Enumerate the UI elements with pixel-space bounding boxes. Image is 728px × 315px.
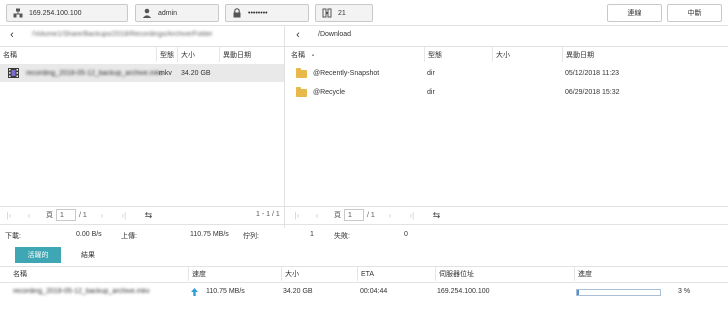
transfer-col-speed[interactable]: 速度 <box>188 267 281 281</box>
right-path-bar: ‹ /Download <box>290 24 351 45</box>
right-col-name-label: 名稱 <box>291 51 305 59</box>
username-value: admin <box>158 9 178 17</box>
download-label: 下載: <box>5 233 21 240</box>
failed-label: 失敗: <box>334 233 350 240</box>
upload-label: 上傳: <box>121 233 137 240</box>
tab-result[interactable]: 結果 <box>70 247 106 263</box>
transfer-eta: 00:04:44 <box>360 288 388 295</box>
transfer-col-size[interactable]: 大小 <box>281 267 357 281</box>
right-col-size[interactable]: 大小 <box>492 47 562 62</box>
transfer-name: recording_2018-05-12_backup_archive.mkv <box>13 288 150 295</box>
page-label: 頁 <box>334 212 341 219</box>
left-col-name[interactable]: 名稱 <box>0 47 156 62</box>
first-page-icon[interactable]: |‹ <box>290 211 304 220</box>
right-row-name: @Recycle <box>313 88 346 96</box>
left-pager: |‹ ‹ 頁 1 / 1 › ›| ⇆ <box>2 207 152 223</box>
transfer-col-progress[interactable]: 進度 <box>574 267 728 281</box>
port-icon <box>321 7 333 19</box>
queue-value: 1 <box>310 231 314 238</box>
prev-page-icon[interactable]: ‹ <box>22 211 36 220</box>
host-field[interactable]: 169.254.100.100 <box>6 4 128 22</box>
failed-value: 0 <box>404 231 408 238</box>
left-col-size[interactable]: 大小 <box>177 47 219 62</box>
network-icon <box>12 7 24 19</box>
page-total: / 1 <box>367 211 375 219</box>
refresh-icon[interactable]: ⇆ <box>145 210 153 221</box>
user-icon <box>141 7 153 19</box>
password-value: •••••••• <box>248 9 268 17</box>
folder-icon <box>296 68 307 78</box>
left-back-button[interactable]: ‹ <box>4 27 20 43</box>
password-field[interactable]: •••••••• <box>225 4 309 22</box>
transfer-col-eta[interactable]: ETA <box>357 267 435 281</box>
left-col-type[interactable]: 型態 <box>156 47 177 62</box>
port-field[interactable]: 21 <box>315 4 373 22</box>
transfer-server: 169.254.100.100 <box>437 288 490 295</box>
connect-button[interactable]: 連線 <box>607 4 662 22</box>
refresh-icon[interactable]: ⇆ <box>433 210 441 221</box>
right-col-date[interactable]: 異動日期 <box>562 47 728 62</box>
right-pager: |‹ ‹ 頁 1 / 1 › ›| ⇆ <box>290 207 440 223</box>
tab-active[interactable]: 活躍的 <box>15 247 61 263</box>
left-path-bar: ‹ /Volume1/Share/Backups/2018/Recordings… <box>4 24 213 45</box>
left-file-row[interactable]: recording_2018-05-12_backup_archive.mkv … <box>0 64 284 82</box>
right-col-type[interactable]: 型態 <box>424 47 492 62</box>
transfer-size: 34.20 GB <box>283 288 313 295</box>
left-file-type: mkv <box>159 69 172 77</box>
right-row-type: dir <box>427 69 435 77</box>
right-col-name[interactable]: 名稱 ▲ <box>288 47 424 62</box>
upload-arrow-icon <box>191 288 198 298</box>
username-field[interactable]: admin <box>135 4 219 22</box>
right-row-snapshot[interactable]: @Recently-Snapshot dir 05/12/2018 11:23 <box>285 64 728 82</box>
prev-page-icon[interactable]: ‹ <box>310 211 324 220</box>
right-row-date: 06/29/2018 15:32 <box>565 88 620 96</box>
page-total: / 1 <box>79 211 87 219</box>
right-path: /Download <box>318 31 352 38</box>
left-file-size: 34.20 GB <box>181 69 211 77</box>
right-row-recycle[interactable]: @Recycle dir 06/29/2018 15:32 <box>285 83 728 101</box>
last-page-icon[interactable]: ›| <box>405 211 419 220</box>
queue-label: 佇列: <box>243 233 259 240</box>
left-range: 1 - 1 / 1 <box>256 211 280 218</box>
right-row-type: dir <box>427 88 435 96</box>
download-value: 0.00 B/s <box>76 231 102 238</box>
abort-button[interactable]: 中斷 <box>667 4 722 22</box>
upload-value: 110.75 MB/s <box>190 231 229 238</box>
video-file-icon <box>8 68 19 78</box>
last-page-icon[interactable]: ›| <box>117 211 131 220</box>
host-value: 169.254.100.100 <box>29 9 82 17</box>
transfer-col-name[interactable]: 名稱 <box>10 267 188 281</box>
first-page-icon[interactable]: |‹ <box>2 211 16 220</box>
left-file-name: recording_2018-05-12_backup_archive.mkv <box>26 69 163 77</box>
right-row-date: 05/12/2018 11:23 <box>565 69 619 77</box>
left-page-input[interactable]: 1 <box>56 209 76 221</box>
next-page-icon[interactable]: › <box>95 211 109 220</box>
folder-icon <box>296 87 307 97</box>
transfer-progress-text: 3 % <box>678 288 691 295</box>
left-path: /Volume1/Share/Backups/2018/Recordings/A… <box>32 31 213 38</box>
right-page-input[interactable]: 1 <box>344 209 364 221</box>
transfer-progress-bar <box>576 289 661 296</box>
right-row-name: @Recently-Snapshot <box>313 69 380 77</box>
transfer-speed: 110.75 MB/s <box>206 288 245 295</box>
next-page-icon[interactable]: › <box>383 211 397 220</box>
transfer-col-server[interactable]: 伺服器位址 <box>435 267 574 281</box>
right-back-button[interactable]: ‹ <box>290 27 306 43</box>
page-label: 頁 <box>46 212 53 219</box>
port-value: 21 <box>338 9 346 17</box>
lock-icon <box>231 7 243 19</box>
left-col-date[interactable]: 異動日期 <box>219 47 284 62</box>
progress-fill <box>577 290 580 295</box>
sort-asc-icon: ▲ <box>311 52 315 57</box>
